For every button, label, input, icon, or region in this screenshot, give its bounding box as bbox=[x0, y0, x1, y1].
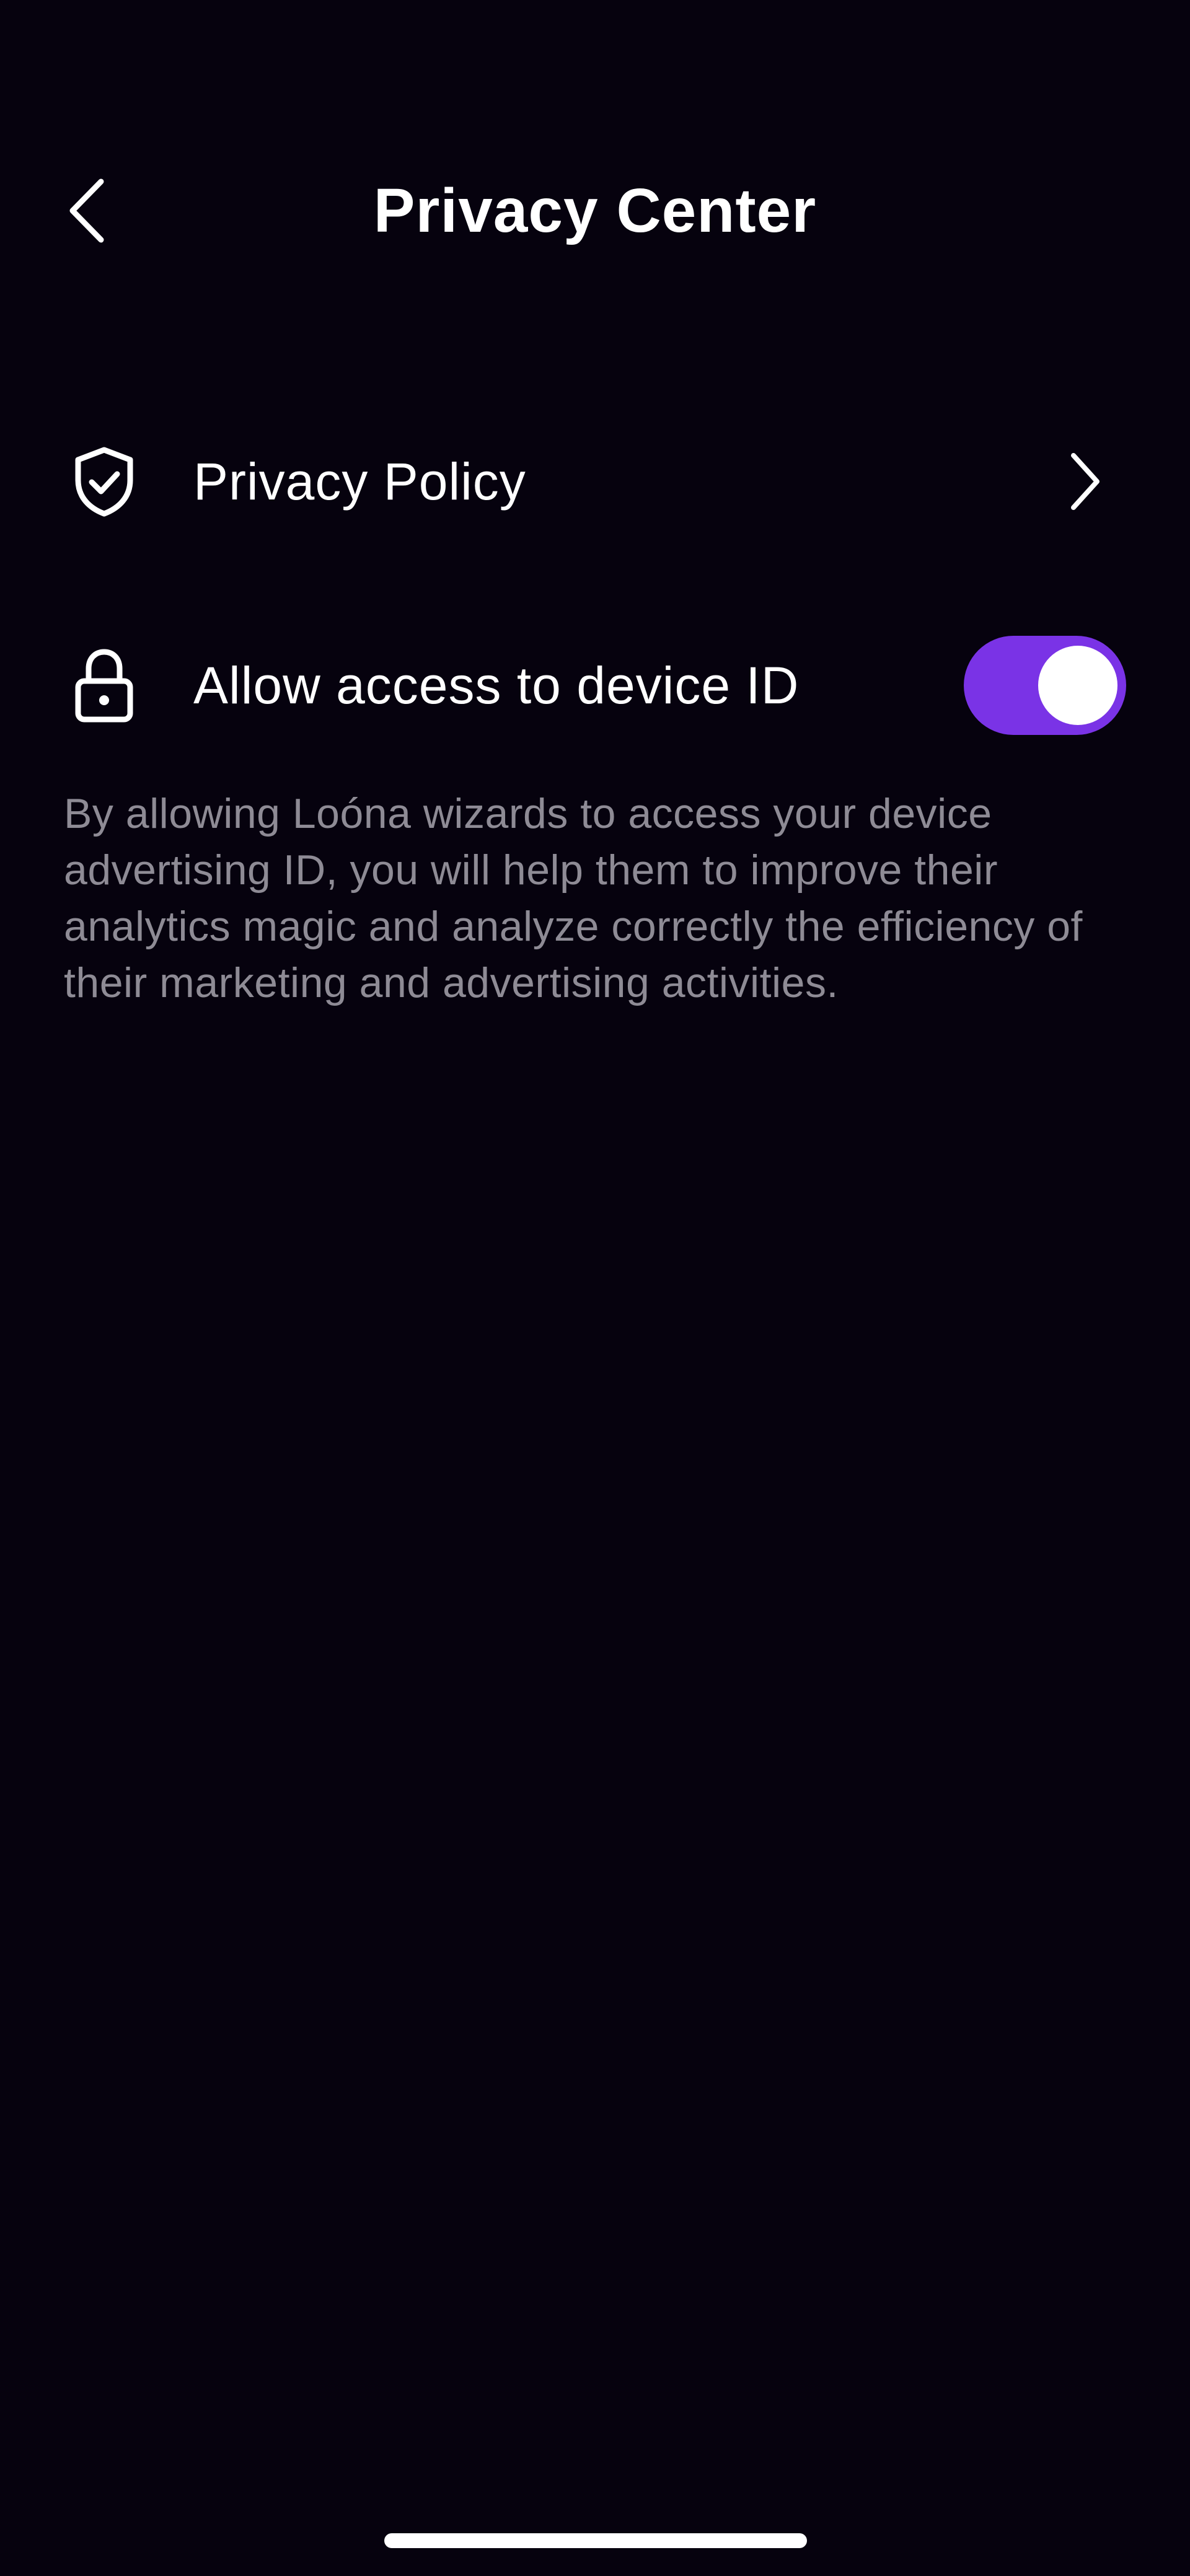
device-id-label: Allow access to device ID bbox=[193, 656, 800, 714]
chevron-right-icon bbox=[1060, 444, 1109, 519]
back-button[interactable] bbox=[50, 167, 124, 254]
shield-check-icon bbox=[68, 438, 139, 525]
privacy-policy-row[interactable]: Privacy Policy bbox=[0, 426, 1190, 537]
toggle-knob bbox=[1038, 646, 1117, 725]
device-id-description: By allowing Loóna wizards to access your… bbox=[64, 790, 1083, 1006]
header: Privacy Center bbox=[0, 149, 1190, 273]
privacy-policy-label: Privacy Policy bbox=[193, 452, 526, 511]
device-id-row: Allow access to device ID bbox=[0, 630, 1190, 741]
lock-icon bbox=[68, 642, 139, 729]
device-id-toggle[interactable] bbox=[964, 636, 1126, 735]
home-indicator[interactable] bbox=[384, 2533, 807, 2548]
chevron-left-icon bbox=[69, 178, 104, 243]
page-title: Privacy Center bbox=[373, 176, 817, 245]
